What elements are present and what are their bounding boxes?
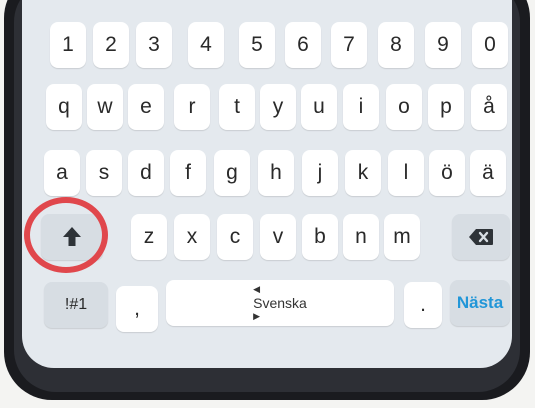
right-arrow-icon: ▶ <box>253 311 261 321</box>
key-o[interactable]: o <box>386 84 422 130</box>
key-b[interactable]: b <box>302 214 338 260</box>
key-k[interactable]: k <box>345 150 381 196</box>
key-6[interactable]: 6 <box>285 22 321 68</box>
key-m[interactable]: m <box>384 214 420 260</box>
key-d[interactable]: d <box>128 150 164 196</box>
period-key[interactable]: . <box>404 282 442 328</box>
backspace-key[interactable] <box>452 214 510 260</box>
key-5[interactable]: 5 <box>239 22 275 68</box>
key-y[interactable]: y <box>260 84 296 130</box>
key-x[interactable]: x <box>174 214 210 260</box>
backspace-icon <box>468 228 494 246</box>
key-n[interactable]: n <box>343 214 379 260</box>
space-key[interactable]: ◀ Svenska ▶ <box>166 280 394 326</box>
key-r[interactable]: r <box>174 84 210 130</box>
next-button[interactable]: Nästa <box>450 280 510 326</box>
key-e[interactable]: e <box>128 84 164 130</box>
key-4[interactable]: 4 <box>188 22 224 68</box>
comma-key[interactable]: , <box>116 286 158 332</box>
key-s[interactable]: s <box>86 150 122 196</box>
key-c[interactable]: c <box>217 214 253 260</box>
key-t[interactable]: t <box>219 84 255 130</box>
key-a-ring[interactable]: å <box>471 84 507 130</box>
shift-arrow-icon <box>62 226 82 248</box>
key-i[interactable]: i <box>343 84 379 130</box>
left-arrow-icon: ◀ <box>253 284 261 294</box>
key-p[interactable]: p <box>428 84 464 130</box>
key-2[interactable]: 2 <box>93 22 129 68</box>
key-o-umlaut[interactable]: ö <box>429 150 465 196</box>
key-0[interactable]: 0 <box>472 22 508 68</box>
key-v[interactable]: v <box>260 214 296 260</box>
key-u[interactable]: u <box>301 84 337 130</box>
key-1[interactable]: 1 <box>50 22 86 68</box>
key-j[interactable]: j <box>302 150 338 196</box>
key-a-umlaut[interactable]: ä <box>470 150 506 196</box>
key-h[interactable]: h <box>258 150 294 196</box>
key-7[interactable]: 7 <box>331 22 367 68</box>
space-language-label: Svenska <box>253 295 307 311</box>
key-w[interactable]: w <box>87 84 123 130</box>
key-9[interactable]: 9 <box>425 22 461 68</box>
key-q[interactable]: q <box>46 84 82 130</box>
key-g[interactable]: g <box>214 150 250 196</box>
key-a[interactable]: a <box>44 150 80 196</box>
key-l[interactable]: l <box>388 150 424 196</box>
key-z[interactable]: z <box>131 214 167 260</box>
key-8[interactable]: 8 <box>378 22 414 68</box>
symbols-key[interactable]: !#1 <box>44 282 108 328</box>
key-f[interactable]: f <box>170 150 206 196</box>
key-3[interactable]: 3 <box>136 22 172 68</box>
shift-key[interactable] <box>41 214 103 260</box>
